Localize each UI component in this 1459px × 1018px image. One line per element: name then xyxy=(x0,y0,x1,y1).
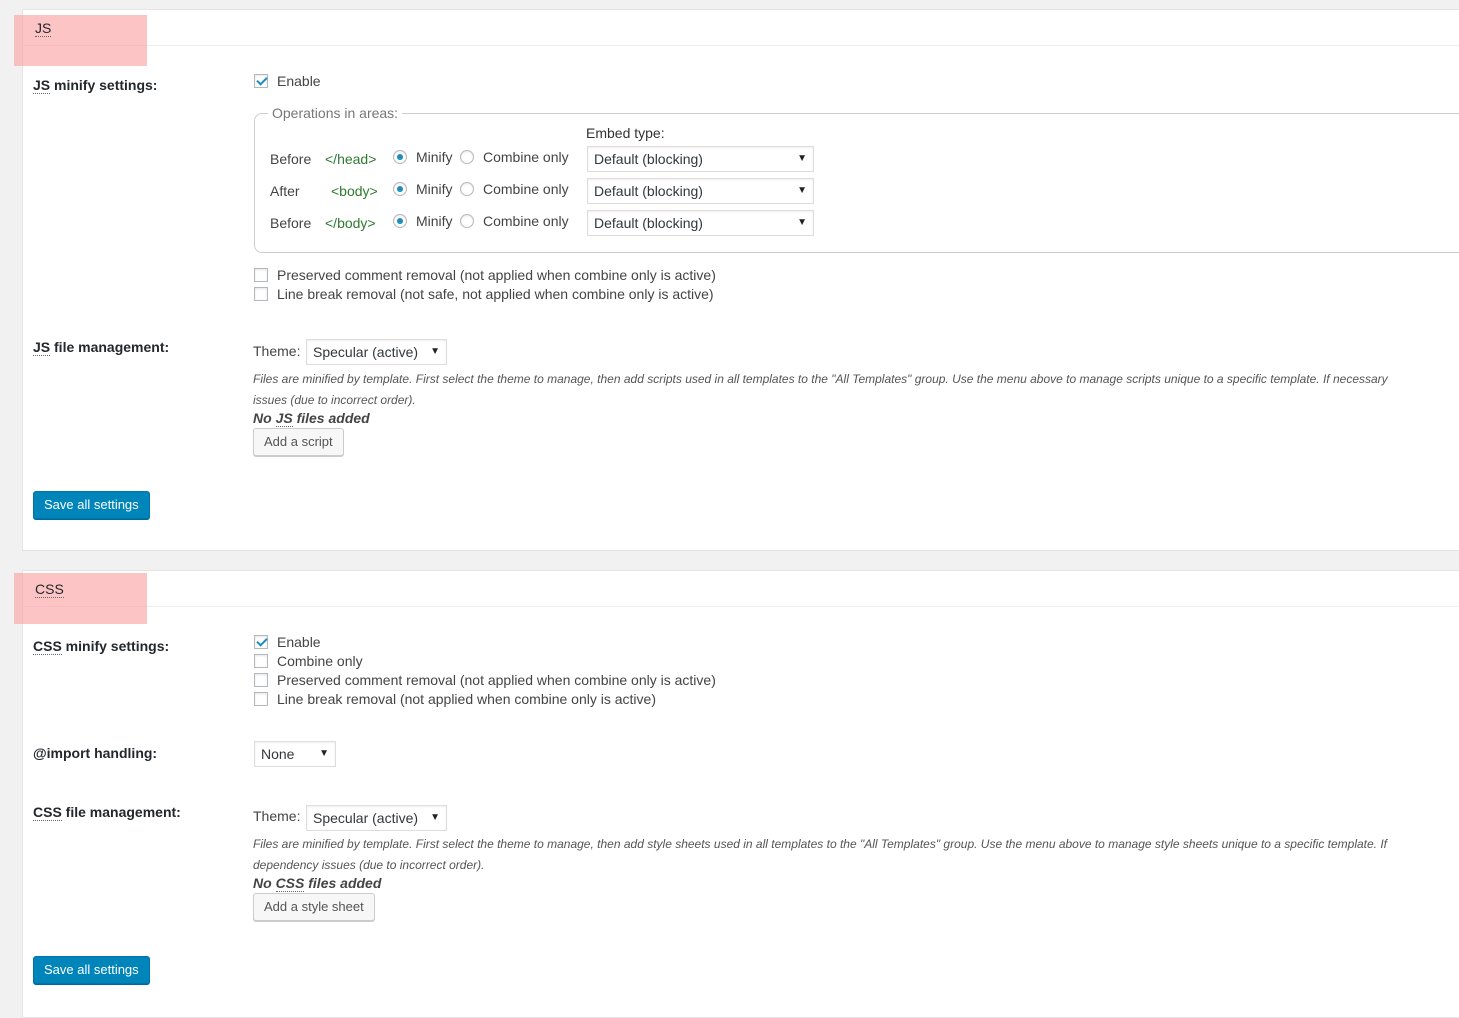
css-save-all-settings-button[interactable]: Save all settings xyxy=(33,956,150,984)
js-panel-header xyxy=(23,10,1459,46)
chevron-down-icon: ▼ xyxy=(797,217,807,228)
js-body-open-combine-label: Combine only xyxy=(483,181,569,197)
js-head-combine-radio[interactable] xyxy=(460,150,474,164)
js-embed-type-label: Embed type: xyxy=(586,125,665,141)
js-operations-legend: Operations in areas: xyxy=(268,105,403,121)
js-body-close-combine-label: Combine only xyxy=(483,213,569,229)
js-body-open-minify-label: Minify xyxy=(416,181,453,197)
js-body-close-minify-radio[interactable] xyxy=(393,214,407,228)
css-file-management-label: CSS file management: xyxy=(33,804,181,821)
js-no-files-text: No JS files added xyxy=(253,410,370,427)
js-preserved-comment-label: Preserved comment removal (not applied w… xyxy=(277,267,716,283)
js-row-after-body-prefix: After xyxy=(270,183,300,199)
css-import-select[interactable]: None ▼ xyxy=(254,741,336,767)
css-enable-checkbox[interactable] xyxy=(254,635,268,649)
css-line-break-checkbox[interactable] xyxy=(254,692,268,706)
css-file-description-line1: Files are minified by template. First se… xyxy=(253,837,1388,851)
css-theme-label: Theme: xyxy=(253,808,301,824)
js-body-open-combine-radio[interactable] xyxy=(460,182,474,196)
css-panel-header xyxy=(23,571,1459,607)
js-row-before-body-tag: </body> xyxy=(325,215,376,231)
js-enable-label: Enable xyxy=(277,73,321,89)
js-file-management-label: JS file management: xyxy=(33,339,170,356)
chevron-down-icon: ▼ xyxy=(797,185,807,196)
js-enable-checkbox[interactable] xyxy=(254,74,268,88)
js-head-embed-select[interactable]: Default (blocking) ▼ xyxy=(587,146,814,172)
chevron-down-icon: ▼ xyxy=(430,346,440,357)
js-body-close-combine-radio[interactable] xyxy=(460,214,474,228)
js-row-after-body-tag: <body> xyxy=(331,183,378,199)
js-minify-settings-label: JS minify settings: xyxy=(33,77,158,94)
js-body-open-embed-select[interactable]: Default (blocking) ▼ xyxy=(587,178,814,204)
css-panel xyxy=(22,570,1459,1018)
js-theme-label: Theme: xyxy=(253,343,301,359)
css-combine-only-checkbox[interactable] xyxy=(254,654,268,668)
js-head-combine-label: Combine only xyxy=(483,149,569,165)
css-minify-settings-label: CSS minify settings: xyxy=(33,638,170,655)
css-preserved-comment-label: Preserved comment removal (not applied w… xyxy=(277,672,716,688)
js-body-close-minify-label: Minify xyxy=(416,213,453,229)
chevron-down-icon: ▼ xyxy=(319,748,329,759)
add-script-button[interactable]: Add a script xyxy=(253,428,344,456)
js-head-minify-label: Minify xyxy=(416,149,453,165)
js-panel-title: JS xyxy=(35,20,52,37)
js-preserved-comment-checkbox[interactable] xyxy=(254,268,268,282)
css-combine-only-label: Combine only xyxy=(277,653,363,669)
css-file-description-line2: dependency issues (due to incorrect orde… xyxy=(253,858,485,872)
js-body-open-minify-radio[interactable] xyxy=(393,182,407,196)
js-title-highlight xyxy=(14,15,147,66)
js-file-description-line2: issues (due to incorrect order). xyxy=(253,393,416,407)
add-style-sheet-button[interactable]: Add a style sheet xyxy=(253,893,375,921)
js-line-break-label: Line break removal (not safe, not applie… xyxy=(277,286,714,302)
css-theme-select[interactable]: Specular (active) ▼ xyxy=(306,805,447,831)
css-line-break-label: Line break removal (not applied when com… xyxy=(277,691,656,707)
css-import-handling-label: @import handling: xyxy=(33,745,158,761)
css-preserved-comment-checkbox[interactable] xyxy=(254,673,268,687)
js-file-description-line1: Files are minified by template. First se… xyxy=(253,372,1388,386)
js-row-before-head-tag: </head> xyxy=(325,151,377,167)
js-panel xyxy=(22,9,1459,551)
chevron-down-icon: ▼ xyxy=(797,153,807,164)
css-title-highlight xyxy=(14,573,147,624)
js-body-close-embed-select[interactable]: Default (blocking) ▼ xyxy=(587,210,814,236)
js-head-minify-radio[interactable] xyxy=(393,150,407,164)
js-row-before-head-prefix: Before xyxy=(270,151,312,167)
css-enable-label: Enable xyxy=(277,634,321,650)
js-row-before-body-prefix: Before xyxy=(270,215,312,231)
js-save-all-settings-button[interactable]: Save all settings xyxy=(33,491,150,519)
js-theme-select[interactable]: Specular (active) ▼ xyxy=(306,339,447,365)
css-panel-title: CSS xyxy=(35,581,64,598)
chevron-down-icon: ▼ xyxy=(430,812,440,823)
js-line-break-checkbox[interactable] xyxy=(254,287,268,301)
css-no-files-text: No CSS files added xyxy=(253,875,382,892)
